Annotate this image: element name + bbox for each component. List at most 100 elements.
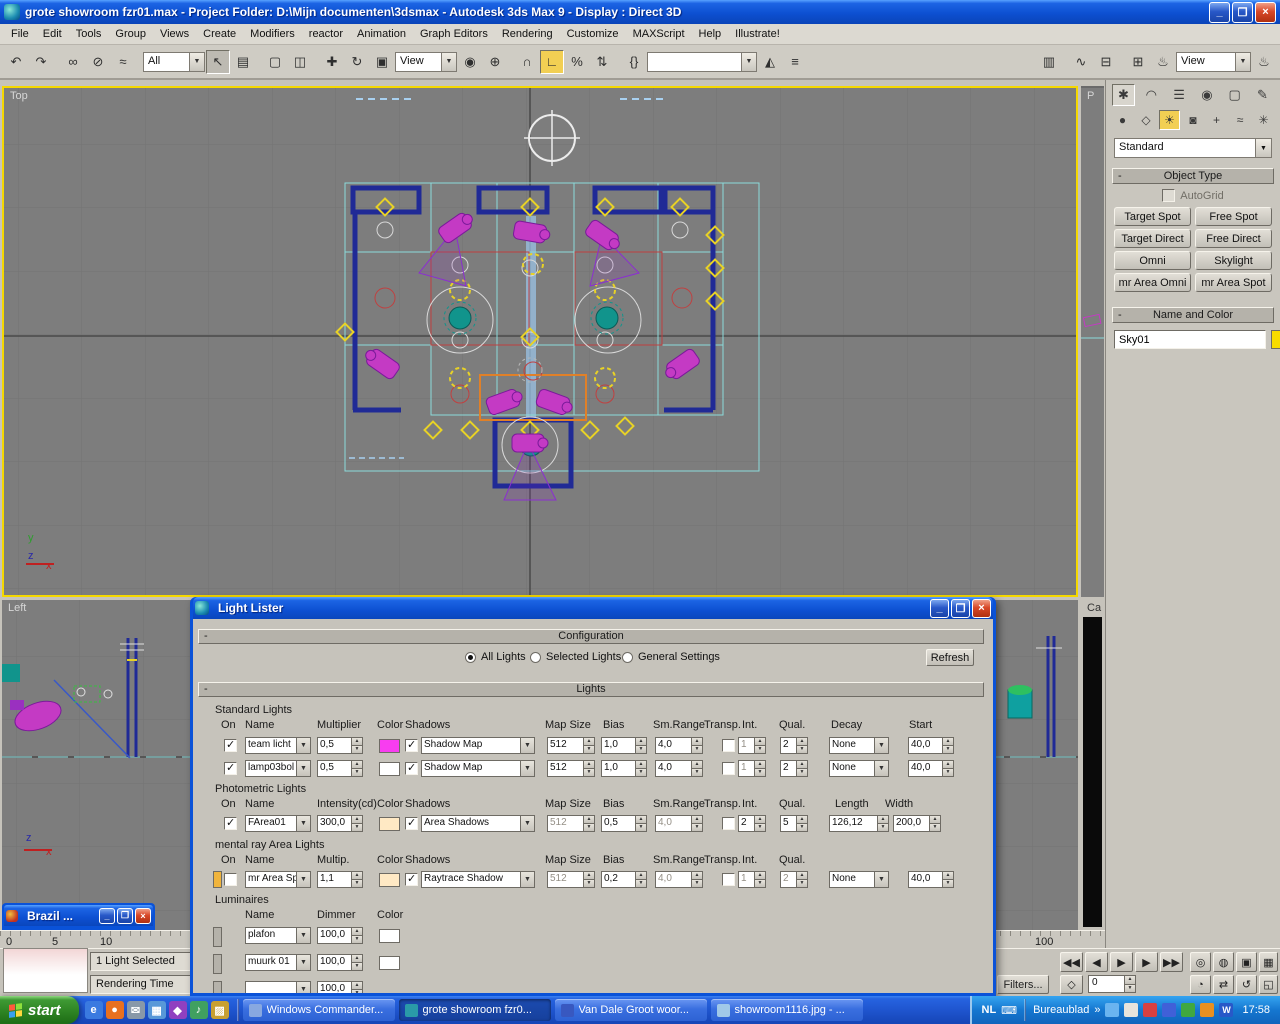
select-by-name-icon[interactable]: ▤ <box>231 50 255 74</box>
light-type-dropdown[interactable]: Standard ▼ <box>1114 138 1272 158</box>
select-and-rotate-icon[interactable]: ↻ <box>345 50 369 74</box>
category-space-warps-icon[interactable]: ≈ <box>1230 110 1251 130</box>
music-app-icon[interactable]: ♪ <box>189 1001 208 1019</box>
decay-dropdown[interactable]: None ▼ <box>829 737 889 754</box>
sm-range-spinner[interactable]: 4,0 ▲ ▼ <box>655 815 703 832</box>
menu-graph-editors[interactable]: Graph Editors <box>413 25 495 43</box>
menu-group[interactable]: Group <box>108 25 153 43</box>
viewport-perspective-label[interactable]: P <box>1087 90 1094 102</box>
selection-filter-dropdown[interactable]: All ▼ <box>143 51 205 72</box>
chevron-down-icon[interactable]: ▼ <box>296 816 310 831</box>
tab-display-icon[interactable]: ▢ <box>1223 84 1246 106</box>
map-size-spinner[interactable]: 512 ▲ ▼ <box>547 760 595 777</box>
sm-range-spinner[interactable]: 4,0 ▲ ▼ <box>655 760 703 777</box>
quick-render-icon[interactable]: ♨ <box>1252 50 1276 74</box>
qual-spinner[interactable]: 2 ▲ ▼ <box>780 760 808 777</box>
light-color-swatch[interactable] <box>379 873 400 887</box>
menu-help[interactable]: Help <box>692 25 729 43</box>
map-size-spinner[interactable]: 512 ▲ ▼ <box>547 737 595 754</box>
layer-manager-icon[interactable]: ▥ <box>1037 50 1061 74</box>
key-filters-button[interactable]: Filters... <box>997 975 1049 994</box>
luminaire-name-dropdown[interactable]: ▼ <box>245 981 311 993</box>
snaps-toggle-icon[interactable]: ∩ <box>515 50 539 74</box>
omni-button[interactable]: Omni <box>1114 251 1191 270</box>
decay-start-spinner[interactable]: 40,0 ▲ ▼ <box>908 737 954 754</box>
light-color-swatch[interactable] <box>379 739 400 753</box>
category-geometry-icon[interactable]: ● <box>1112 110 1133 130</box>
menu-reactor[interactable]: reactor <box>302 25 350 43</box>
menu-customize[interactable]: Customize <box>560 25 626 43</box>
bind-to-space-warp-icon[interactable]: ≈ <box>111 50 135 74</box>
task-3dsmax[interactable]: grote showroom fzr0... <box>398 999 551 1021</box>
bias-spinner[interactable]: 1,0 ▲ ▼ <box>601 760 647 777</box>
autogrid-checkbox[interactable] <box>1162 189 1176 202</box>
desktop-toolbar-label[interactable]: Bureaublad <box>1033 1004 1089 1016</box>
chevron-down-icon[interactable]: ▼ <box>296 872 310 887</box>
tray-icon-4[interactable] <box>1162 1003 1177 1017</box>
chevron-down-icon[interactable]: ▼ <box>874 761 888 776</box>
tab-motion-icon[interactable]: ◉ <box>1195 84 1218 106</box>
internet-explorer-icon[interactable]: e <box>84 1001 103 1019</box>
tab-create-icon[interactable]: ✱ <box>1112 84 1135 106</box>
select-and-move-icon[interactable]: ✚ <box>320 50 344 74</box>
arc-rotate-icon[interactable]: ↺ <box>1236 975 1257 994</box>
maximize-button[interactable]: ❐ <box>1232 1 1253 23</box>
chevron-down-icon[interactable]: ▼ <box>296 982 310 993</box>
media-player-icon[interactable]: ◆ <box>168 1001 187 1019</box>
decay-dropdown[interactable]: None ▼ <box>829 760 889 777</box>
dialog-maximize-button[interactable]: ❐ <box>951 598 970 618</box>
qual-spinner[interactable]: 2 ▲ ▼ <box>780 871 808 888</box>
percent-snap-icon[interactable]: % <box>565 50 589 74</box>
light-on-checkbox[interactable] <box>224 761 237 775</box>
viewport-perspective-sliver[interactable]: P <box>1081 86 1104 597</box>
chevron-down-icon[interactable]: ▼ <box>296 738 310 753</box>
dimmer-spinner[interactable]: 100,0 ▲ ▼ <box>317 981 363 993</box>
render-type-dropdown[interactable]: View ▼ <box>1176 51 1251 72</box>
shadow-type-dropdown[interactable]: Shadow Map ▼ <box>421 737 535 754</box>
show-desktop-icon[interactable]: ▦ <box>147 1001 166 1019</box>
multip-spinner[interactable]: 1,1 ▲ ▼ <box>317 871 363 888</box>
tray-icon-5[interactable] <box>1181 1003 1196 1017</box>
dialog-close-button[interactable]: × <box>972 598 991 618</box>
qual-spinner[interactable]: 2 ▲ ▼ <box>780 737 808 754</box>
next-frame-button[interactable]: ▶ <box>1135 952 1158 972</box>
minimize-button[interactable]: _ <box>1209 1 1230 23</box>
category-shapes-icon[interactable]: ◇ <box>1136 110 1157 130</box>
lights-rollout[interactable]: Lights <box>198 682 984 697</box>
light-on-checkbox[interactable] <box>224 873 237 886</box>
window-crossing-icon[interactable]: ◫ <box>288 50 312 74</box>
language-indicator[interactable]: NL <box>982 1004 997 1016</box>
shadows-on-checkbox[interactable] <box>405 738 418 752</box>
browser-icon[interactable]: ● <box>105 1001 124 1019</box>
menu-rendering[interactable]: Rendering <box>495 25 560 43</box>
chevron-down-icon[interactable]: ▼ <box>874 872 888 887</box>
tray-icon-2[interactable] <box>1124 1003 1139 1017</box>
chevron-down-icon[interactable]: ▼ <box>441 52 456 71</box>
shadow-type-dropdown[interactable]: Raytrace Shadow ▼ <box>421 871 535 888</box>
selected-light-indicator[interactable] <box>213 871 222 888</box>
decay-start-spinner[interactable]: 40,0 ▲ ▼ <box>908 760 954 777</box>
select-and-link-icon[interactable]: ∞ <box>61 50 85 74</box>
shadow-type-dropdown[interactable]: Shadow Map ▼ <box>421 760 535 777</box>
schematic-view-icon[interactable]: ⊟ <box>1094 50 1118 74</box>
task-showroom-jpg[interactable]: showroom1116.jpg - ... <box>710 999 863 1021</box>
int-spinner[interactable]: 1 ▲ ▼ <box>738 760 766 777</box>
shadows-on-checkbox[interactable] <box>405 816 418 830</box>
target-direct-button[interactable]: Target Direct <box>1114 229 1191 248</box>
light-name-dropdown[interactable]: team licht ▼ <box>245 737 311 754</box>
multiplier-spinner[interactable]: 0,5 ▲ ▼ <box>317 737 363 754</box>
menu-views[interactable]: Views <box>153 25 196 43</box>
pan-icon[interactable]: ⇄ <box>1213 975 1234 994</box>
viewport-top-label[interactable]: Top <box>10 90 28 102</box>
transp-checkbox[interactable] <box>722 739 735 752</box>
mirror-icon[interactable]: ◭ <box>758 50 782 74</box>
chevron-down-icon[interactable]: ▼ <box>296 955 310 970</box>
tray-icon-6[interactable] <box>1200 1003 1215 1017</box>
refresh-button[interactable]: Refresh <box>926 649 974 666</box>
object-type-rollout[interactable]: Object Type <box>1112 168 1274 184</box>
tab-utilities-icon[interactable]: ✎ <box>1251 84 1274 106</box>
light-lister-titlebar[interactable]: Light Lister _ ❐ × <box>193 597 993 619</box>
select-object-icon[interactable]: ↖ <box>206 49 230 74</box>
close-button[interactable]: × <box>1255 1 1276 23</box>
menu-tools[interactable]: Tools <box>69 25 109 43</box>
